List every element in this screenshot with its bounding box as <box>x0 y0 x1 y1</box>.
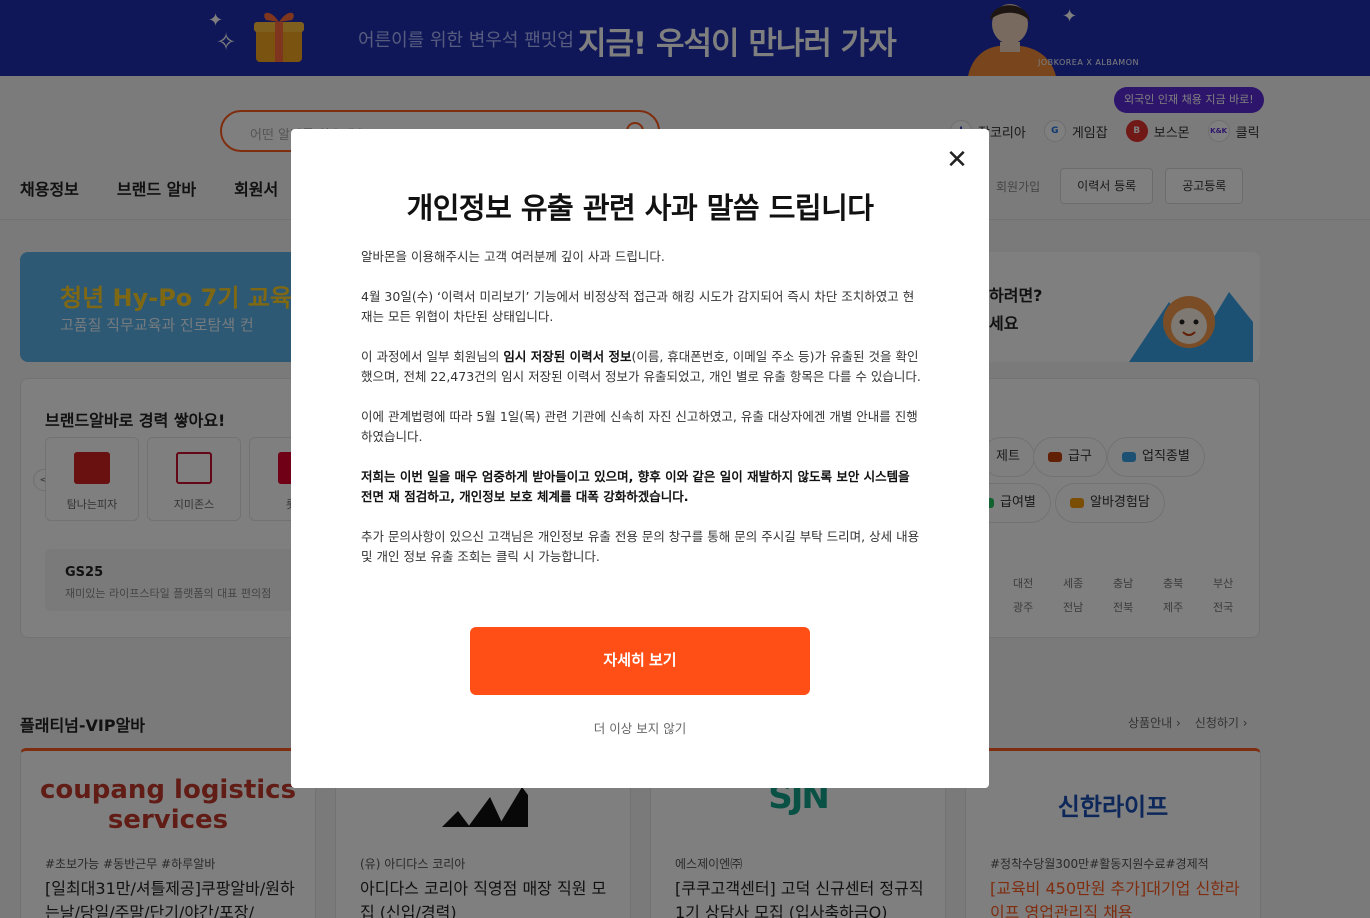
modal-paragraph: 알바몬을 이용해주시는 고객 여러분께 깊이 사과 드립니다. <box>361 249 665 264</box>
bold-text: 저희는 이번 일을 매우 엄중하게 받아들이고 있으며, 향후 이와 같은 일이… <box>361 469 910 504</box>
modal-paragraph: 저희는 이번 일을 매우 엄중하게 받아들이고 있으며, 향후 이와 같은 일이… <box>361 467 925 507</box>
apology-modal: ✕ 개인정보 유출 관련 사과 말씀 드립니다 알바몬을 이용해주시는 고객 여… <box>291 129 989 788</box>
close-icon[interactable]: ✕ <box>945 147 969 173</box>
text-span: 이 과정에서 일부 회원님의 <box>361 349 504 364</box>
modal-title: 개인정보 유출 관련 사과 말씀 드립니다 <box>406 191 874 225</box>
bold-text: 임시 저장된 이력서 정보 <box>503 349 632 364</box>
dont-show-again-link[interactable]: 더 이상 보지 않기 <box>291 718 989 737</box>
view-details-button[interactable]: 자세히 보기 <box>470 627 810 695</box>
modal-paragraph: 추가 문의사항이 있으신 고객님은 개인정보 유출 전용 문의 창구를 통해 문… <box>361 529 920 564</box>
modal-body: 알바몬을 이용해주시는 고객 여러분께 깊이 사과 드립니다. 4월 30일(수… <box>361 247 925 587</box>
modal-paragraph: 이에 관계법령에 따라 5월 1일(목) 관련 기관에 신속히 자진 신고하였고… <box>361 409 918 444</box>
modal-paragraph: 4월 30일(수) ‘이력서 미리보기’ 기능에서 비정상적 접근과 해킹 시도… <box>361 289 915 324</box>
modal-paragraph: 이 과정에서 일부 회원님의 임시 저장된 이력서 정보(이름, 휴대폰번호, … <box>361 347 925 387</box>
